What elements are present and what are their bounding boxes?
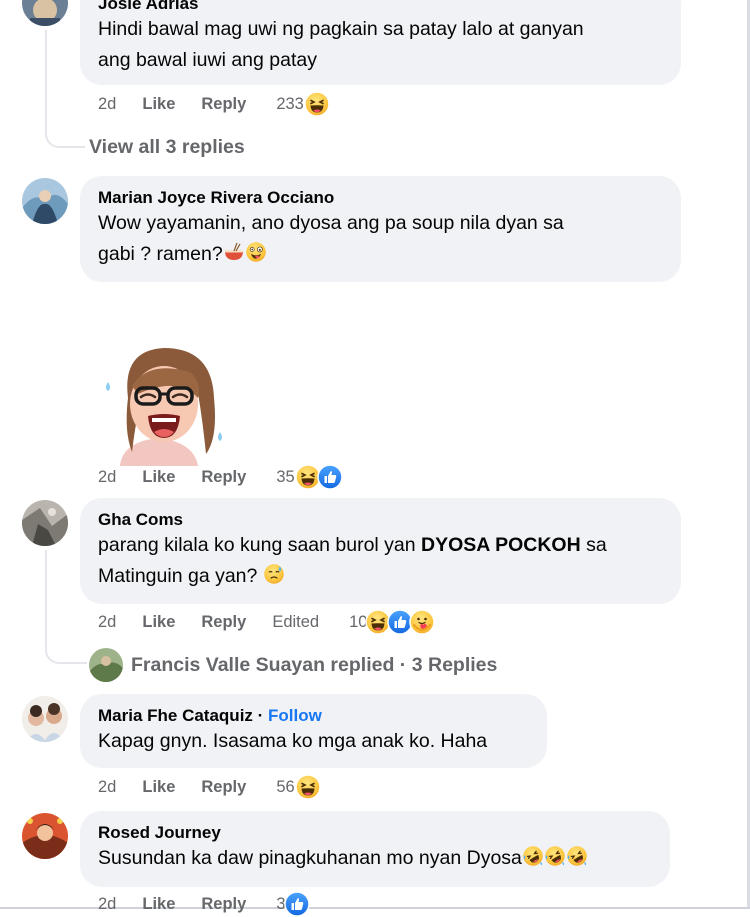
comment-actions: 2d Like Reply 56	[98, 775, 321, 799]
separator: ·	[394, 653, 412, 676]
comment-bubble: Rosed Journey Susundan ka daw pinagkuhan…	[80, 811, 670, 887]
ramen-bowl-icon	[223, 241, 245, 263]
like-button[interactable]: Like	[142, 468, 175, 487]
comment-timestamp[interactable]: 2d	[98, 895, 116, 914]
separator: ·	[252, 706, 269, 725]
comment-text: Susundan ka daw pinagkuhanan mo nyan Dyo…	[98, 843, 653, 874]
avatar[interactable]	[22, 813, 68, 859]
comment-bubble: Josie Adrias Hindi bawal mag uwi ng pagk…	[80, 0, 681, 85]
comment-actions: 2d Like Reply Edited 10	[98, 610, 435, 634]
like-button[interactable]: Like	[142, 895, 175, 914]
edited-label: Edited	[272, 612, 320, 631]
avatar[interactable]	[22, 500, 68, 546]
rofl-icon	[522, 845, 544, 867]
comment-bubble: Gha Coms parang kilala ko kung saan buro…	[80, 498, 681, 604]
comment-bubble: Maria Fhe Cataquiz · Follow Kapag gnyn. …	[80, 694, 547, 768]
comment-bubble: Marian Joyce Rivera Occiano Wow yayamani…	[80, 176, 681, 282]
view-replies-link[interactable]: View all 3 replies	[89, 136, 245, 159]
like-reaction-icon[interactable]	[317, 464, 343, 490]
reply-button[interactable]: Reply	[201, 468, 246, 487]
avatar[interactable]	[22, 696, 68, 742]
comment-timestamp[interactable]: 2d	[98, 468, 116, 487]
follow-button[interactable]: Follow	[268, 706, 322, 725]
comment-author[interactable]: Marian Joyce Rivera Occiano	[98, 187, 664, 209]
like-button[interactable]: Like	[142, 95, 175, 114]
zany-face-icon	[245, 241, 267, 263]
comment-timestamp[interactable]: 2d	[98, 613, 116, 632]
rofl-icon	[566, 845, 588, 867]
comment-author-row: Maria Fhe Cataquiz · Follow	[98, 705, 530, 727]
haha-reaction-icon[interactable]	[295, 774, 321, 800]
comment-timestamp[interactable]: 2d	[98, 778, 116, 797]
comment-author[interactable]: Rosed Journey	[98, 822, 653, 844]
reply-button[interactable]: Reply	[201, 613, 246, 632]
avatar[interactable]	[22, 0, 68, 26]
comment-text: Kapag gnyn. Isasama ko mga anak ko. Haha	[98, 730, 488, 752]
rofl-icon	[544, 845, 566, 867]
comment-actions: 2d Like Reply 3	[98, 892, 310, 916]
like-button[interactable]: Like	[142, 778, 175, 797]
replies-summary-link[interactable]: Francis Valle Suayan replied · 3 Replies	[89, 647, 497, 683]
reply-button[interactable]: Reply	[201, 895, 246, 914]
like-reaction-icon[interactable]	[284, 891, 310, 917]
comment-author[interactable]: Gha Coms	[98, 509, 664, 531]
reaction-count[interactable]: 35	[276, 468, 294, 487]
comment-author[interactable]: Maria Fhe Cataquiz	[98, 706, 253, 725]
avatar-laughing-sticker	[98, 342, 230, 466]
replied-by-text: Francis Valle Suayan replied	[131, 653, 395, 676]
comment-actions: 2d Like Reply 35	[98, 465, 343, 489]
reply-button[interactable]: Reply	[201, 778, 246, 797]
reaction-count[interactable]: 56	[276, 778, 294, 797]
replies-count-text: 3 Replies	[411, 653, 498, 676]
replier-avatar	[89, 648, 123, 682]
comment-text: Hindi bawal mag uwi ng pagkain sa patay …	[98, 18, 584, 71]
sad-sweat-face-icon	[263, 563, 285, 585]
comment-text: parang kilala ko kung saan burol yan DYO…	[98, 534, 607, 587]
comment-actions: 2d Like Reply 233	[98, 92, 330, 116]
comment-author[interactable]: Josie Adrias	[98, 0, 664, 15]
avatar[interactable]	[22, 178, 68, 224]
reaction-count[interactable]: 233	[276, 95, 304, 114]
like-button[interactable]: Like	[142, 613, 175, 632]
bold-mention: DYOSA POCKOH	[421, 534, 581, 556]
reply-button[interactable]: Reply	[201, 95, 246, 114]
haha-reaction-icon[interactable]	[304, 91, 330, 117]
thread-connector	[45, 30, 85, 148]
care-reaction-icon[interactable]	[409, 609, 435, 635]
comment-timestamp[interactable]: 2d	[98, 95, 116, 114]
comment-text: Wow yayamanin, ano dyosa ang pa soup nil…	[98, 212, 564, 265]
